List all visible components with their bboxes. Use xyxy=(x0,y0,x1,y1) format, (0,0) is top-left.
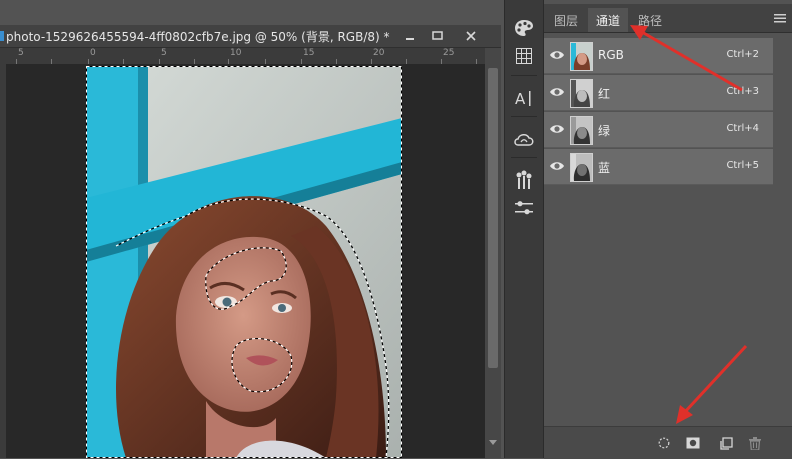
save-selection-as-channel-icon xyxy=(686,437,700,449)
channel-row-green[interactable]: 绿 Ctrl+4 xyxy=(544,112,773,148)
channel-shortcut: Ctrl+4 xyxy=(726,123,759,134)
delete-channel-icon xyxy=(749,436,761,450)
channels-panel-footer xyxy=(544,426,792,459)
ruler-label: 25 xyxy=(443,48,455,58)
swatches-panel-button[interactable] xyxy=(510,42,538,70)
visibility-eye-icon[interactable] xyxy=(549,47,565,63)
visibility-eye-icon[interactable] xyxy=(549,158,565,174)
channel-name: 蓝 xyxy=(598,161,611,175)
adjustments-icon xyxy=(515,201,533,215)
scroll-down-icon[interactable] xyxy=(489,440,497,446)
toolbar-divider xyxy=(511,75,537,76)
load-channel-as-selection-icon xyxy=(658,437,670,449)
panel-menu-icon[interactable] xyxy=(774,13,786,23)
ruler-label: 15 xyxy=(303,48,315,58)
toolbar-divider xyxy=(511,116,537,117)
document-tab-bar: photo-1529626455594-4ff0802cfb7e.jpg @ 5… xyxy=(0,25,501,48)
channel-thumbnail xyxy=(570,116,593,145)
close-icon xyxy=(466,31,476,41)
visibility-eye-icon[interactable] xyxy=(549,84,565,100)
close-button[interactable] xyxy=(458,28,484,44)
tab-paths[interactable]: 路径 xyxy=(630,8,670,32)
new-channel-button[interactable] xyxy=(716,433,736,453)
photo-canvas-image[interactable] xyxy=(86,66,402,458)
panel-dock-toolbar: A xyxy=(504,0,544,458)
scrollbar-thumb[interactable] xyxy=(488,68,498,368)
document-title[interactable]: photo-1529626455594-4ff0802cfb7e.jpg @ 5… xyxy=(6,28,390,45)
channel-name: 绿 xyxy=(598,124,611,138)
channel-thumbnail xyxy=(570,42,593,71)
panel-tab-bar: 图层 通道 路径 xyxy=(544,4,792,33)
maximize-button[interactable] xyxy=(424,28,450,44)
delete-channel-button[interactable] xyxy=(745,433,765,453)
vertical-scrollbar[interactable] xyxy=(485,48,501,458)
ruler-label: 5 xyxy=(161,48,167,58)
channel-row-red[interactable]: 红 Ctrl+3 xyxy=(544,75,773,111)
channel-name: RGB xyxy=(598,48,624,62)
character-icon: A xyxy=(515,90,531,107)
minimize-icon xyxy=(406,38,414,40)
ruler-label: 5 xyxy=(18,48,24,58)
portrait-photo xyxy=(86,66,402,458)
ruler-label: 0 xyxy=(90,48,96,58)
load-channel-as-selection-button[interactable] xyxy=(654,433,674,453)
toolbar-divider xyxy=(511,157,537,158)
tab-channels[interactable]: 通道 xyxy=(588,8,629,32)
brush-presets-icon xyxy=(516,170,532,189)
minimize-button[interactable] xyxy=(397,28,423,44)
character-panel-button[interactable]: A xyxy=(510,84,538,112)
channel-name: 红 xyxy=(598,87,611,101)
libraries-panel-button[interactable] xyxy=(510,125,538,153)
grid-icon xyxy=(516,48,532,64)
adjustments-panel-button[interactable] xyxy=(510,194,538,222)
horizontal-ruler: 5 0 5 10 15 20 25 xyxy=(0,48,485,65)
channels-panel: 图层 通道 路径 RGB Ctrl+2 红 Ctrl+3 绿 Ctrl+4 蓝 … xyxy=(544,0,792,459)
ruler-label: 20 xyxy=(373,48,385,58)
channel-row-blue[interactable]: 蓝 Ctrl+5 xyxy=(544,149,773,185)
channel-shortcut: Ctrl+3 xyxy=(726,86,759,97)
cc-libraries-icon xyxy=(514,134,534,146)
svg-text:A: A xyxy=(515,90,526,107)
tab-layers[interactable]: 图层 xyxy=(546,8,586,32)
color-panel-button[interactable] xyxy=(510,14,538,42)
channel-shortcut: Ctrl+5 xyxy=(726,160,759,171)
ruler-label: 10 xyxy=(230,48,242,58)
document-icon xyxy=(0,31,4,41)
new-channel-icon xyxy=(719,436,733,450)
visibility-eye-icon[interactable] xyxy=(549,121,565,137)
channel-thumbnail xyxy=(570,79,593,108)
maximize-icon xyxy=(431,31,443,40)
color-palette-icon xyxy=(515,20,533,36)
save-selection-as-channel-button[interactable] xyxy=(683,433,703,453)
channel-row-rgb[interactable]: RGB Ctrl+2 xyxy=(544,38,773,74)
channel-thumbnail xyxy=(570,153,593,182)
channel-shortcut: Ctrl+2 xyxy=(726,49,759,60)
brush-presets-button[interactable] xyxy=(510,166,538,194)
